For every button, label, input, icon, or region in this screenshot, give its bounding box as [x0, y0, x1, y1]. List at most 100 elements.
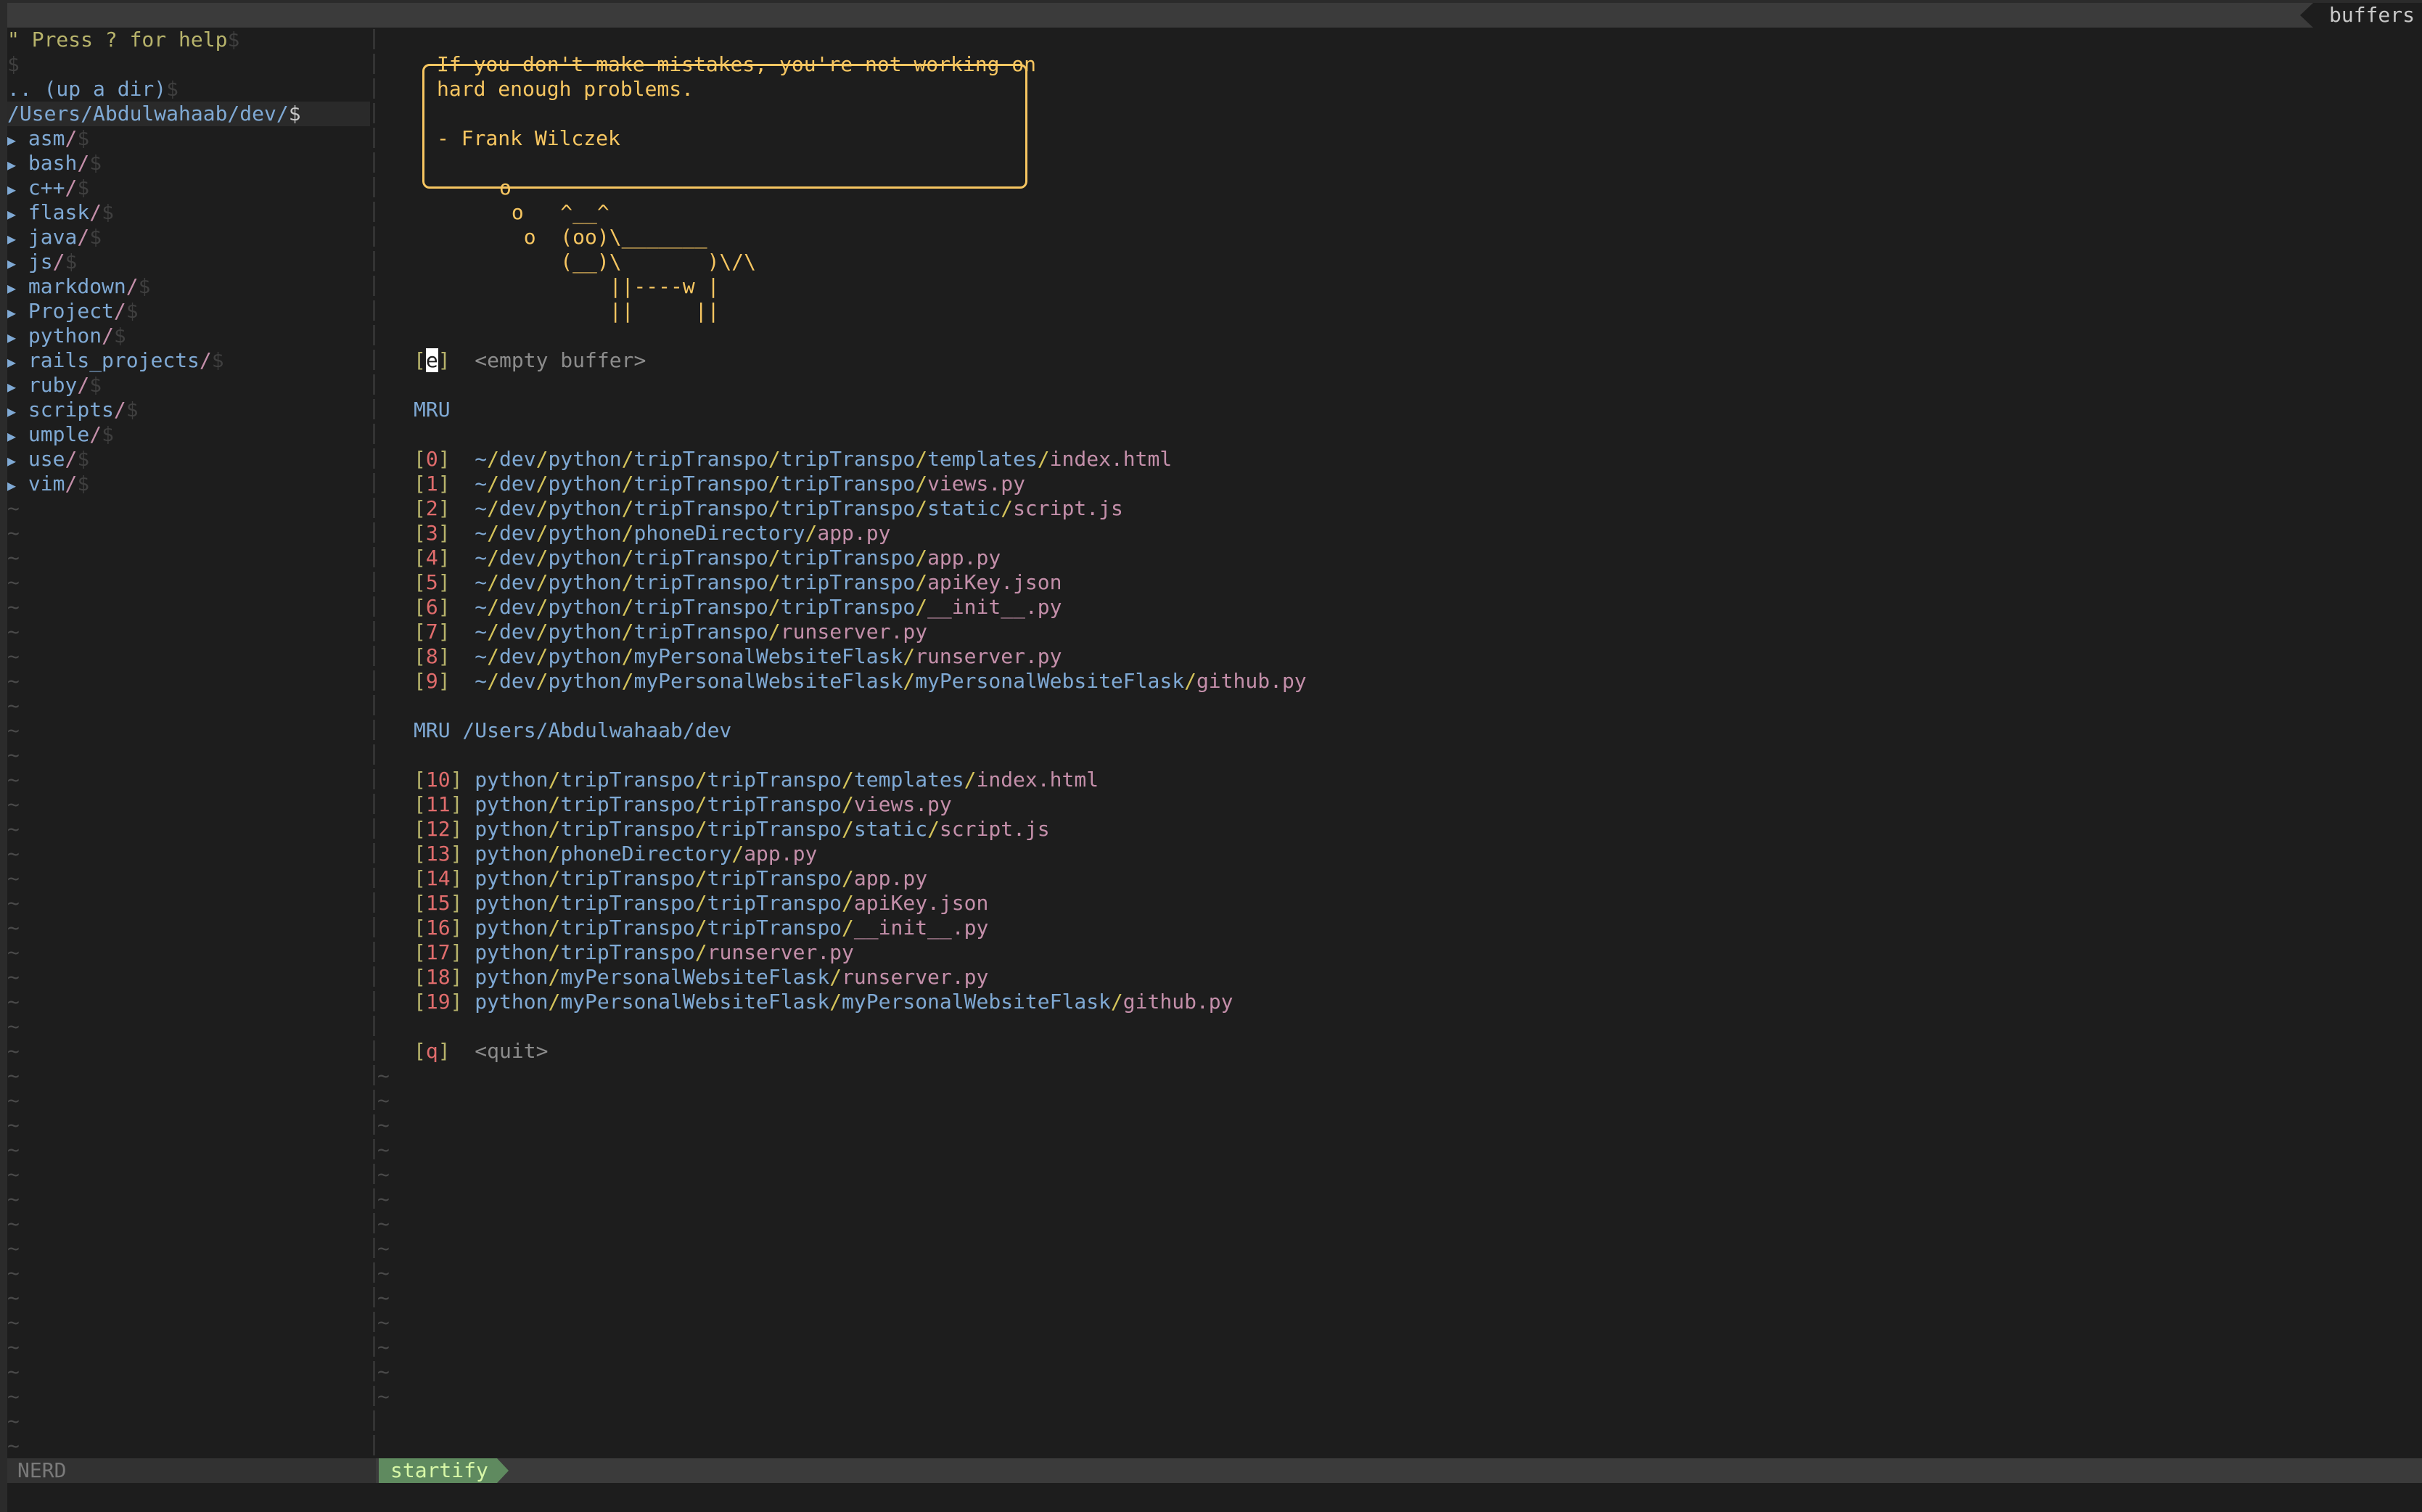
tree-item-flask[interactable]: ▶ flask/$ [7, 200, 370, 225]
quote-line [437, 102, 2422, 126]
mru-entry[interactable]: [0] ~/dev/python/tripTranspo/tripTranspo… [377, 447, 2422, 472]
dir-slash: / [65, 447, 78, 471]
tree-item-js[interactable]: ▶ js/$ [7, 250, 370, 274]
mru-entry[interactable]: [7] ~/dev/python/tripTranspo/runserver.p… [377, 620, 2422, 644]
tree-item-java[interactable]: ▶ java/$ [7, 225, 370, 250]
bracket: ] [450, 891, 463, 915]
root-path-label: /Users/Abdulwahaab/dev/ [7, 102, 289, 126]
command-line[interactable] [7, 1483, 2422, 1508]
nerdtree-pane[interactable]: " Press ? for help$ $ .. (up a dir)$ /Us… [7, 28, 370, 1458]
tree-item-railsprojects[interactable]: ▶ rails_projects/$ [7, 348, 370, 373]
bracket: ] [438, 546, 451, 570]
tree-item-python[interactable]: ▶ python/$ [7, 324, 370, 348]
mru-entry[interactable]: [11] python/tripTranspo/tripTranspo/view… [377, 792, 2422, 817]
bracket: ] [438, 447, 451, 471]
quote: If you don't make mistakes, you're not w… [377, 52, 2422, 151]
bracket: ] [450, 965, 463, 989]
mru-entry[interactable]: [4] ~/dev/python/tripTranspo/tripTranspo… [377, 546, 2422, 570]
mru-entry[interactable]: [12] python/tripTranspo/tripTranspo/stat… [377, 817, 2422, 842]
bracket: ] [450, 792, 463, 816]
window-separator[interactable] [373, 29, 375, 1458]
tree-item-umple[interactable]: ▶ umple/$ [7, 422, 370, 447]
empty-line-tilde: ~ [7, 694, 20, 718]
path-slash: / [487, 496, 500, 520]
mru-entry[interactable]: [6] ~/dev/python/tripTranspo/tripTranspo… [377, 595, 2422, 620]
path-slash: / [768, 620, 781, 644]
path-slash: / [768, 595, 781, 619]
path-dir: tripTranspo [707, 768, 842, 792]
mru-entry[interactable]: [3] ~/dev/python/phoneDirectory/app.py [377, 521, 2422, 546]
bracket: [ [414, 866, 426, 890]
dir-slash: / [89, 200, 102, 224]
tree-item-markdown[interactable]: ▶ markdown/$ [7, 274, 370, 299]
path-slash: / [829, 965, 842, 989]
path-slash: / [842, 792, 854, 816]
path-slash: / [487, 620, 500, 644]
up-dir-item[interactable]: .. (up a dir)$ [7, 77, 370, 102]
eol-marker: $ [211, 348, 224, 372]
root-path-item[interactable]: /Users/Abdulwahaab/dev/$ [7, 102, 370, 126]
mru-entry[interactable]: [2] ~/dev/python/tripTranspo/tripTranspo… [377, 496, 2422, 521]
bracket: [ [414, 447, 426, 471]
empty-line-tilde: ~ [7, 842, 20, 866]
path-dir: tripTranspo [633, 620, 768, 644]
file-name: views.py [927, 472, 1025, 496]
tree-item-bash[interactable]: ▶ bash/$ [7, 151, 370, 176]
file-name: runserver.py [842, 965, 989, 989]
tree-item-c[interactable]: ▶ c++/$ [7, 176, 370, 200]
mru-entry[interactable]: [9] ~/dev/python/myPersonalWebsiteFlask/… [377, 669, 2422, 694]
empty-line-tilde: ~ [7, 1434, 20, 1458]
file-name: app.py [744, 842, 818, 866]
startify-pane[interactable]: If you don't make mistakes, you're not w… [377, 28, 2422, 1409]
entry-index: 9 [425, 669, 438, 693]
empty-line-tilde: ~ [377, 1113, 390, 1137]
file-name: runserver.py [780, 620, 928, 644]
tree-item-use[interactable]: ▶ use/$ [7, 447, 370, 472]
mru-entry[interactable]: [18] python/myPersonalWebsiteFlask/runse… [377, 965, 2422, 990]
bracket: ] [438, 496, 451, 520]
mru-entry[interactable]: [5] ~/dev/python/tripTranspo/tripTranspo… [377, 570, 2422, 595]
tree-item-vim[interactable]: ▶ vim/$ [7, 472, 370, 496]
empty-line-tilde: ~ [7, 990, 20, 1014]
mru-entry[interactable]: [13] python/phoneDirectory/app.py [377, 842, 2422, 866]
quit-entry[interactable]: [q] <quit> [377, 1039, 2422, 1064]
path-dir: tripTranspo [707, 792, 842, 816]
path-dir: myPersonalWebsiteFlask [633, 644, 903, 668]
mru-entry[interactable]: [8] ~/dev/python/myPersonalWebsiteFlask/… [377, 644, 2422, 669]
path-slash: / [903, 644, 916, 668]
empty-line-tilde: ~ [7, 644, 20, 668]
path-home: ~ [475, 472, 488, 496]
empty-line-tilde: ~ [7, 546, 20, 570]
tree-item-asm[interactable]: ▶ asm/$ [7, 126, 370, 151]
bracket: ] [450, 768, 463, 792]
tree-item-project[interactable]: ▶ Project/$ [7, 299, 370, 324]
path-home: ~ [475, 620, 488, 644]
path-slash: / [842, 768, 854, 792]
empty-buffer-entry[interactable]: [e] <empty buffer> [377, 348, 2422, 373]
mru-entry[interactable]: [16] python/tripTranspo/tripTranspo/__in… [377, 916, 2422, 940]
entry-index: 0 [425, 447, 438, 471]
path-dir: tripTranspo [633, 447, 768, 471]
path-slash: / [694, 817, 707, 841]
mru-entry[interactable]: [19] python/myPersonalWebsiteFlask/myPer… [377, 990, 2422, 1014]
cow-line: ||----w | [414, 274, 720, 298]
tree-item-scripts[interactable]: ▶ scripts/$ [7, 398, 370, 422]
path-dir: python [475, 940, 549, 964]
bracket: [ [414, 916, 426, 940]
empty-line-tilde: ~ [7, 940, 20, 964]
buffers-tab[interactable]: buffers [2299, 3, 2422, 28]
mru-entry[interactable]: [17] python/tripTranspo/runserver.py [377, 940, 2422, 965]
mru-entry[interactable]: [10] python/tripTranspo/tripTranspo/temp… [377, 768, 2422, 792]
mru-entry[interactable]: [14] python/tripTranspo/tripTranspo/app.… [377, 866, 2422, 891]
path-slash: / [548, 891, 561, 915]
mru-entry[interactable]: [15] python/tripTranspo/tripTranspo/apiK… [377, 891, 2422, 916]
path-dir: tripTranspo [707, 916, 842, 940]
path-dir: templates [853, 768, 964, 792]
mru-entry[interactable]: [1] ~/dev/python/tripTranspo/tripTranspo… [377, 472, 2422, 496]
tree-item-label: umple [28, 422, 90, 446]
path-dir: tripTranspo [633, 546, 768, 570]
tree-item-ruby[interactable]: ▶ ruby/$ [7, 373, 370, 398]
path-slash: / [548, 817, 561, 841]
entry-index: 16 [425, 916, 451, 940]
empty-line-tilde: ~ [7, 792, 20, 816]
